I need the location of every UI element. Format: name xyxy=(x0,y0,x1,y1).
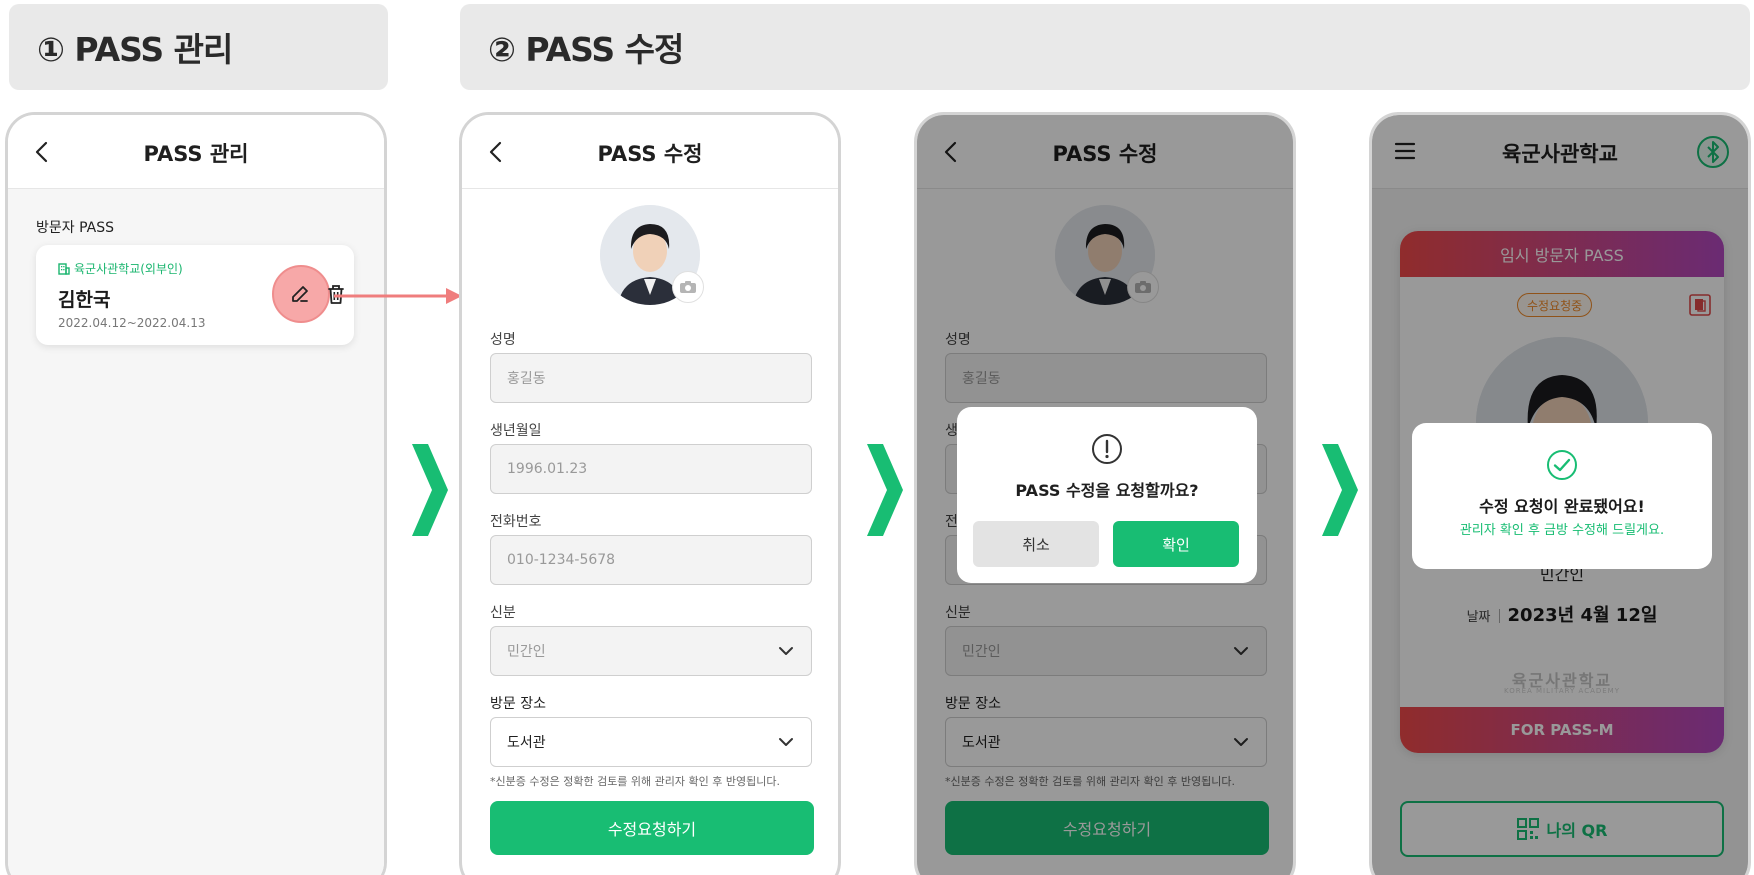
camera-icon xyxy=(680,281,696,293)
toast-subtitle: 관리자 확인 후 금방 수정해 드릴게요. xyxy=(1459,523,1665,538)
flow-chevron-icon xyxy=(412,444,448,536)
pass-card[interactable]: 육군사관학교(외부인) 김한국 2022.04.12~2022.04.13 xyxy=(36,245,354,345)
phone-screen-pass-manage: PASS 관리 방문자 PASS 육군사관학교(외부인) 김한국 2022.04… xyxy=(5,112,387,875)
check-circle-icon xyxy=(1547,450,1577,480)
camera-button[interactable] xyxy=(672,271,704,303)
edit-icon[interactable] xyxy=(289,283,311,305)
dialog-message: PASS 수정을 요청할까요? xyxy=(1015,481,1199,500)
form-note: *신분증 수정은 정확한 검토를 위해 관리자 확인 후 반영됩니다. xyxy=(490,775,780,788)
field-label: 신분 xyxy=(490,605,516,621)
field-label: 성명 xyxy=(490,332,516,348)
place-value: 도서관 xyxy=(507,735,546,751)
identity-value: 민간인 xyxy=(507,644,546,660)
phone-screen-confirm: PASS 수정 성명 홍길동 생년월일 1996.01.23 전화번호 010-… xyxy=(914,112,1296,875)
section-label: 방문자 PASS xyxy=(36,220,114,236)
pass-org-label: 육군사관학교(외부인) xyxy=(74,262,183,276)
page-title: PASS 관리 xyxy=(143,142,249,166)
alert-icon xyxy=(1092,434,1122,464)
name-field[interactable]: 홍길동 xyxy=(490,353,812,403)
phone-screen-pass-result: 육군사관학교 임시 방문자 PASS 수정요청중 민간인 날짜 2023년 4월 … xyxy=(1369,112,1751,875)
field-label: 전화번호 xyxy=(490,514,542,530)
phone-value: 010-1234-5678 xyxy=(507,552,616,568)
flow-arrow xyxy=(334,288,462,304)
screen-body: 방문자 PASS 육군사관학교(외부인) 김한국 2022.04.12~2022… xyxy=(8,189,384,875)
field-label: 방문 장소 xyxy=(490,696,546,712)
pass-org: 육군사관학교(외부인) xyxy=(58,260,183,277)
toast-title: 수정 요청이 완료됐어요! xyxy=(1479,497,1645,516)
section-header-pass-edit: ② PASS 수정 xyxy=(460,4,1750,90)
building-icon xyxy=(58,262,70,275)
chevron-down-icon xyxy=(779,647,793,655)
field-label: 생년월일 xyxy=(490,423,542,439)
flow-chevron-icon xyxy=(867,444,903,536)
name-value: 홍길동 xyxy=(507,371,546,387)
section-title: ② PASS 수정 xyxy=(488,30,684,69)
cancel-button[interactable]: 취소 xyxy=(973,521,1099,567)
phone-screen-pass-edit: PASS 수정 성명 홍길동 생년월일 1996.01.23 전화번호 010-… xyxy=(459,112,841,875)
section-title: ① PASS 관리 xyxy=(37,30,233,69)
app-bar: PASS 관리 xyxy=(8,115,384,189)
place-select[interactable]: 도서관 xyxy=(490,717,812,767)
chevron-down-icon xyxy=(779,738,793,746)
submit-edit-button[interactable]: 수정요청하기 xyxy=(490,801,814,855)
app-bar: PASS 수정 xyxy=(462,115,838,189)
phone-field[interactable]: 010-1234-5678 xyxy=(490,535,812,585)
confirm-dialog: PASS 수정을 요청할까요? 취소 확인 xyxy=(957,407,1257,583)
page-title: PASS 수정 xyxy=(597,142,703,166)
flow-chevron-icon xyxy=(1322,444,1358,536)
section-header-pass-manage: ① PASS 관리 xyxy=(9,4,388,90)
birth-field[interactable]: 1996.01.23 xyxy=(490,444,812,494)
confirm-button[interactable]: 확인 xyxy=(1113,521,1239,567)
success-toast: 수정 요청이 완료됐어요! 관리자 확인 후 금방 수정해 드릴게요. xyxy=(1412,423,1712,569)
birth-value: 1996.01.23 xyxy=(507,461,588,477)
pass-period: 2022.04.12~2022.04.13 xyxy=(58,316,206,330)
pass-holder-name: 김한국 xyxy=(58,289,111,311)
identity-select[interactable]: 민간인 xyxy=(490,626,812,676)
